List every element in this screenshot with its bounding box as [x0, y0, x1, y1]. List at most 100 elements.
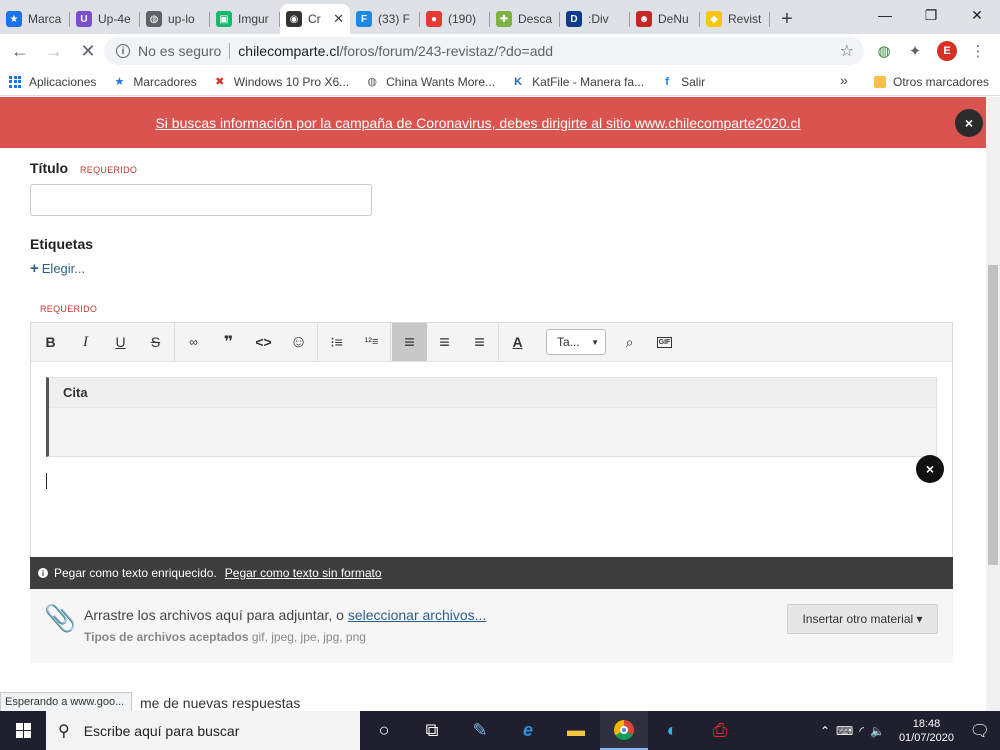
- start-button[interactable]: [0, 711, 46, 750]
- browser-tab[interactable]: ◆ Revist: [700, 4, 770, 34]
- toolbar-separator: [390, 323, 391, 361]
- paste-plain-text-link[interactable]: Pegar como texto sin formato: [225, 566, 382, 580]
- bookmark-label: Salir: [681, 74, 706, 89]
- banner-close-button[interactable]: ×: [955, 109, 983, 137]
- action-center-icon[interactable]: 🗨: [970, 721, 990, 741]
- quote-block[interactable]: Cita: [46, 377, 937, 457]
- choose-tags-link[interactable]: + Elegir...: [30, 260, 85, 277]
- star-icon: ★: [6, 11, 22, 27]
- browser-tab[interactable]: ● (190): [420, 4, 490, 34]
- restore-button[interactable]: ❐: [908, 0, 954, 30]
- insert-other-media-button[interactable]: Insertar otro material ▾: [787, 604, 938, 634]
- browser-tab[interactable]: ◉ Cr ✕: [280, 4, 350, 34]
- wifi-icon[interactable]: ◜: [859, 724, 864, 738]
- cortana-icon[interactable]: ○: [360, 711, 408, 750]
- underline-button[interactable]: U: [103, 323, 138, 361]
- notify-replies-label[interactable]: me de nuevas respuestas: [140, 695, 300, 711]
- close-tab-icon[interactable]: ✕: [333, 11, 344, 27]
- security-label: No es seguro: [138, 43, 222, 59]
- bookmark-item[interactable]: ◍ China Wants More...: [357, 70, 503, 94]
- bold-button[interactable]: B: [33, 323, 68, 361]
- star-icon: ★: [114, 76, 125, 88]
- browser-tab[interactable]: ◍ up-lo: [140, 4, 210, 34]
- info-icon[interactable]: i: [116, 44, 130, 58]
- font-size-select[interactable]: Ta... ▼: [546, 329, 606, 355]
- select-files-link[interactable]: seleccionar archivos...: [348, 607, 487, 623]
- taskbar-search[interactable]: ⚲ Escribe aquí para buscar: [46, 711, 360, 750]
- minimize-button[interactable]: —: [862, 0, 908, 30]
- strikethrough-button[interactable]: S: [138, 323, 173, 361]
- toolbar-separator: [174, 323, 175, 361]
- profile-avatar[interactable]: E: [937, 41, 957, 61]
- show-hidden-icons-icon[interactable]: ⌃: [820, 724, 830, 738]
- paste-rich-text-label: Pegar como texto enriquecido.: [54, 566, 217, 580]
- link-button[interactable]: ∞: [176, 323, 211, 361]
- browser-tab[interactable]: ☻ DeNu: [630, 4, 700, 34]
- other-bookmarks[interactable]: Otros marcadores: [866, 70, 997, 94]
- bookmark-item[interactable]: f Salir: [652, 70, 713, 94]
- bookmark-star-icon[interactable]: ☆: [840, 41, 854, 61]
- chrome-app-icon[interactable]: [600, 711, 648, 750]
- browser-tab[interactable]: ★ Marca: [0, 4, 70, 34]
- quote-button[interactable]: ❞: [211, 323, 246, 361]
- tab-label: Imgur: [238, 12, 269, 26]
- taskbar-search-placeholder: Escribe aquí para buscar: [83, 722, 240, 739]
- new-tab-button[interactable]: +: [770, 4, 804, 34]
- volume-icon[interactable]: 🔈: [870, 724, 885, 738]
- keyboard-icon[interactable]: ⌨: [836, 724, 853, 738]
- address-bar[interactable]: i No es seguro chilecomparte.cl /foros/f…: [104, 37, 864, 65]
- choose-tags-label: Elegir...: [41, 261, 86, 276]
- bookmark-item[interactable]: Aplicaciones: [0, 70, 104, 94]
- italic-button[interactable]: I: [68, 323, 103, 361]
- paste-bar-close-button[interactable]: ×: [916, 455, 944, 483]
- stop-button[interactable]: ✕: [74, 37, 102, 65]
- preview-button[interactable]: ⌕: [612, 323, 647, 361]
- browser-tab[interactable]: D:Div: [560, 4, 630, 34]
- paperclip-icon: 📎: [44, 603, 77, 633]
- pdf-app-icon[interactable]: ⎙: [696, 711, 744, 750]
- scrollbar-thumb[interactable]: [988, 265, 998, 565]
- bookmark-item[interactable]: ✖ Windows 10 Pro X6...: [205, 70, 357, 94]
- bookmark-item[interactable]: ★ Marcadores: [104, 70, 204, 94]
- title-label: Título REQUERIDO: [30, 160, 137, 176]
- align-right-button[interactable]: ≡: [462, 323, 497, 361]
- title-required-badge: REQUERIDO: [80, 165, 138, 175]
- browser-tab[interactable]: ▣ Imgur: [210, 4, 280, 34]
- file-explorer-icon[interactable]: ▬: [552, 711, 600, 750]
- tab-label: DeNu: [658, 12, 689, 26]
- clock[interactable]: 18:48 01/07/2020: [899, 717, 954, 745]
- attachment-area[interactable]: 📎 Arrastre los archivos aquí para adjunt…: [30, 589, 953, 663]
- bulleted-list-button[interactable]: ⁝≡: [319, 323, 354, 361]
- task-view-icon[interactable]: ⧉: [408, 711, 456, 750]
- text-color-button[interactable]: A: [500, 323, 535, 361]
- bookmark-item[interactable]: K KatFile - Manera fa...: [503, 70, 652, 94]
- red-icon: ●: [426, 11, 442, 27]
- close-window-button[interactable]: ✕: [954, 0, 1000, 30]
- browser-tab[interactable]: ✚ Desca: [490, 4, 560, 34]
- code-button[interactable]: <>: [246, 323, 281, 361]
- tab-label: Cr: [308, 12, 321, 26]
- gif-button[interactable]: GIF: [647, 323, 682, 361]
- banner-link[interactable]: Si buscas información por la campaña de …: [155, 115, 800, 131]
- back-button[interactable]: ←: [6, 37, 34, 65]
- align-left-button[interactable]: ≡: [392, 323, 427, 361]
- forward-button[interactable]: →: [40, 37, 68, 65]
- internet-explorer-icon[interactable]: e: [504, 711, 552, 750]
- browser-tab[interactable]: F (33) F: [350, 4, 420, 34]
- bookmarks-overflow-button[interactable]: »: [840, 72, 848, 88]
- numbered-list-button[interactable]: ¹²≡: [354, 323, 389, 361]
- page-scrollbar[interactable]: [986, 97, 1000, 711]
- align-center-button[interactable]: ≡: [427, 323, 462, 361]
- paste-options-bar: i Pegar como texto enriquecido. Pegar co…: [30, 557, 953, 589]
- emoji-button[interactable]: ☺: [281, 323, 316, 361]
- address-separator: [229, 43, 231, 59]
- menu-kebab-icon[interactable]: ⋮: [968, 41, 988, 61]
- extensions-puzzle-icon[interactable]: ✦: [905, 41, 925, 61]
- title-input[interactable]: [30, 184, 372, 216]
- gif-icon: GIF: [656, 336, 673, 348]
- bookmark-label: KatFile - Manera fa...: [532, 74, 645, 89]
- notepad-app-icon[interactable]: ✎: [456, 711, 504, 750]
- edge-app-icon[interactable]: ◐: [648, 711, 696, 750]
- browser-tab[interactable]: U Up-4e: [70, 4, 140, 34]
- extension-globe-icon[interactable]: ◍: [874, 41, 894, 61]
